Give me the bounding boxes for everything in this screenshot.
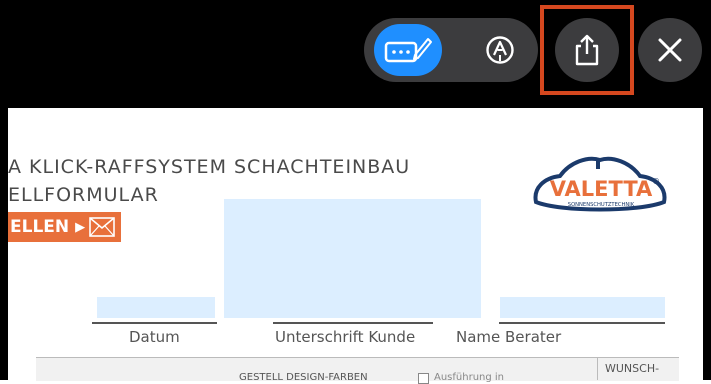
- envelope-icon: [89, 217, 115, 237]
- date-underline: [92, 322, 217, 324]
- pen-circle-icon: [486, 36, 514, 64]
- logo-registered-mark: ®: [652, 177, 660, 186]
- window-frame-left: [0, 0, 8, 380]
- order-button-arrow: ▶: [75, 219, 86, 235]
- pen-tool-button[interactable]: [476, 26, 524, 74]
- execution-checkbox[interactable]: [418, 373, 429, 384]
- close-button[interactable]: [638, 18, 702, 82]
- frame-colors-header: GESTELL DESIGN-FARBEN: [239, 372, 368, 383]
- document-subtitle: ELLFORMULAR: [8, 184, 159, 206]
- signature-underline: [273, 322, 433, 324]
- advisor-name-field[interactable]: [500, 297, 665, 318]
- table-column-divider: [597, 357, 598, 380]
- logo-wordmark: VALETTA: [550, 177, 653, 201]
- advisor-underline: [499, 322, 665, 324]
- customer-signature-label: Unterschrift Kunde: [275, 328, 416, 346]
- customer-signature-field[interactable]: [224, 199, 481, 318]
- wish-header: WUNSCH-: [605, 362, 660, 375]
- share-button-highlight-box: [540, 5, 634, 95]
- date-label: Datum: [129, 328, 180, 346]
- advisor-name-label: Name Berater: [456, 328, 562, 346]
- markup-keyboard-pen-icon: [384, 38, 432, 63]
- valetta-logo: VALETTA ® SONNENSCHUTZTECHNIK: [530, 150, 670, 214]
- close-icon: [658, 38, 682, 62]
- logo-tagline: SONNENSCHUTZTECHNIK: [568, 202, 635, 208]
- order-button-label: ELLEN: [10, 217, 70, 237]
- markup-button[interactable]: [374, 24, 442, 76]
- window-frame-right: [703, 0, 711, 380]
- order-by-email-button[interactable]: ELLEN ▶: [8, 212, 121, 242]
- date-field[interactable]: [97, 297, 215, 318]
- document-title: A KLICK-RAFFSYSTEM SCHACHTEINBAU: [8, 156, 411, 178]
- execution-checkbox-label: Ausführung in: [434, 372, 505, 383]
